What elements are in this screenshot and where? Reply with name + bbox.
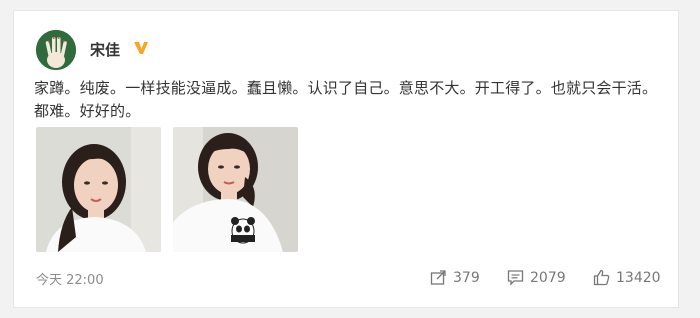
comment-count: 2079 <box>530 269 566 286</box>
post-text: 家蹲。纯废。一样技能没逼成。蠢且懒。认识了自己。意思不大。开工得了。也就只会干活… <box>34 79 658 120</box>
verified-v-icon <box>134 42 148 54</box>
post-photo-1[interactable] <box>36 127 161 252</box>
author-name[interactable]: 宋佳 <box>90 39 120 60</box>
repost-icon <box>430 270 446 285</box>
hand-avatar-icon <box>36 30 76 70</box>
thumbs-up-icon <box>593 269 610 286</box>
portrait-photo <box>36 127 161 252</box>
like-button[interactable]: 13420 <box>593 269 661 286</box>
post-timestamp[interactable]: 今天 22:00 <box>36 269 104 288</box>
like-count: 13420 <box>616 269 661 286</box>
repost-count: 379 <box>453 269 480 286</box>
comment-button[interactable]: 2079 <box>507 269 566 286</box>
avatar[interactable] <box>36 30 76 70</box>
weibo-post-card: 宋佳 家蹲。纯废。一样技能没逼成。蠢且懒。认识了自己。意思不大。开工得了。也就只… <box>13 10 679 308</box>
post-photo-2[interactable] <box>173 127 298 252</box>
comment-icon <box>507 270 524 286</box>
portrait-photo <box>173 127 298 252</box>
repost-button[interactable]: 379 <box>430 269 480 286</box>
